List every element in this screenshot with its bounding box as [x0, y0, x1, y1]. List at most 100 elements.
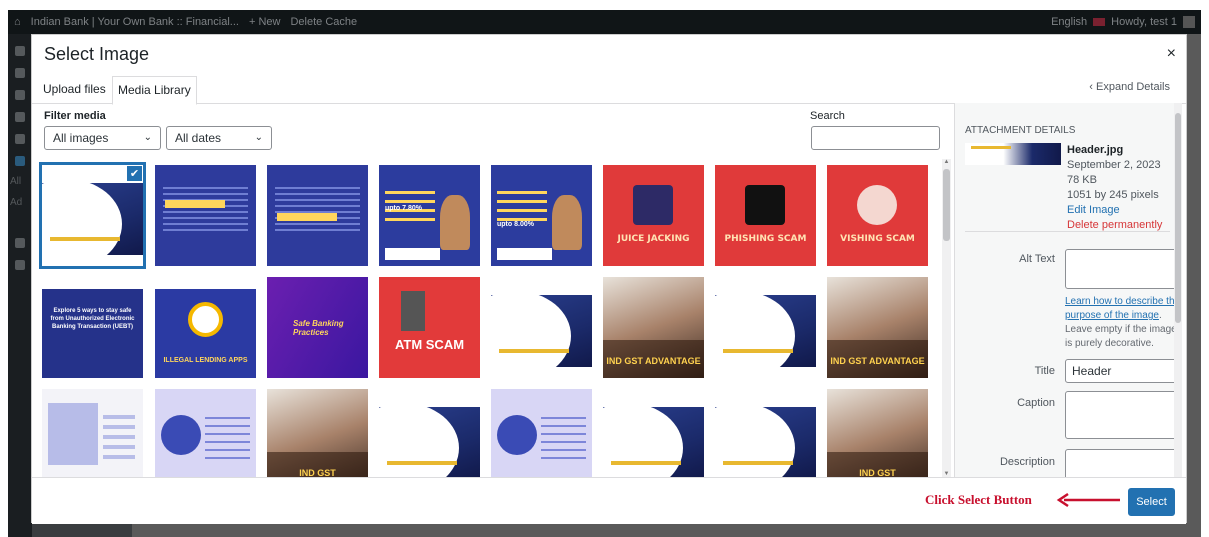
comments-icon[interactable]	[15, 90, 25, 100]
media-item[interactable]	[155, 165, 256, 266]
media-item-vishing-scam[interactable]: VISHING SCAM	[827, 165, 928, 266]
media-item[interactable]	[715, 389, 816, 477]
thumb-caption: IND GST ADVANTAGE	[830, 356, 925, 366]
chevron-down-icon: ⌄	[143, 132, 152, 143]
alt-text-label: Alt Text	[1019, 253, 1055, 265]
plugin-icon[interactable]	[15, 68, 25, 78]
title-field[interactable]: Header	[1065, 359, 1182, 383]
divider	[965, 231, 1170, 232]
uk-flag-icon	[1093, 18, 1106, 26]
pin-icon[interactable]	[15, 156, 25, 166]
search-input[interactable]	[811, 126, 940, 150]
admin-bar: ⌂ Indian Bank | Your Own Bank :: Financi…	[8, 10, 1201, 34]
delete-cache-link[interactable]: Delete Cache	[290, 16, 357, 28]
pin-icon[interactable]	[15, 112, 25, 122]
scroll-up-icon[interactable]: ▲	[942, 159, 951, 165]
thumb-caption: VISHING SCAM	[840, 234, 915, 244]
alt-text-field[interactable]	[1065, 249, 1182, 289]
media-item[interactable]	[491, 277, 592, 378]
scrollbar-thumb[interactable]	[943, 169, 950, 241]
alt-text-help-link[interactable]: Learn how to describe the purpose of the…	[1065, 296, 1180, 321]
select-button[interactable]: Select	[1128, 488, 1175, 516]
tab-media-library[interactable]: Media Library	[112, 76, 197, 105]
modal-footer: Click Select Button Select	[32, 477, 1186, 524]
caption-field[interactable]	[1065, 391, 1182, 439]
attachment-details-panel: ATTACHMENT DETAILS Header.jpg September …	[954, 103, 1182, 477]
wordpress-home-icon[interactable]: ⌂	[14, 16, 21, 28]
avatar[interactable]	[1183, 16, 1195, 28]
media-item[interactable]	[379, 389, 480, 477]
thumb-caption: IND GST	[859, 468, 896, 477]
thumb-caption: Safe Banking Practices	[293, 319, 344, 337]
caption-label: Caption	[1017, 397, 1055, 409]
sidebar-scrollbar[interactable]	[1174, 103, 1182, 477]
cart-icon	[188, 302, 223, 337]
media-item[interactable]: Explore 5 ways to stay safe from Unautho…	[42, 277, 143, 378]
dashboard-icon[interactable]	[15, 46, 25, 56]
grid-scrollbar[interactable]: ▲ ▼	[942, 159, 951, 477]
howdy-link[interactable]: Howdy, test 1	[1111, 16, 1177, 28]
description-label: Description	[999, 456, 1055, 468]
site-name-link[interactable]: Indian Bank | Your Own Bank :: Financial…	[31, 16, 239, 28]
media-item[interactable]	[155, 389, 256, 477]
media-item-safe-banking[interactable]: Safe Banking Practices	[267, 277, 368, 378]
attachment-thumbnail	[965, 143, 1061, 165]
media-item[interactable]	[603, 389, 704, 477]
media-item-gst[interactable]: IND GST	[827, 389, 928, 477]
thumb-caption: ATM SCAM	[394, 337, 465, 352]
edit-image-link[interactable]: Edit Image	[1067, 203, 1162, 218]
media-item-header[interactable]: ✔	[39, 162, 146, 269]
media-item[interactable]: upto 8.00%	[491, 165, 592, 266]
media-item[interactable]	[267, 165, 368, 266]
menu-text[interactable]: Ad	[8, 197, 32, 208]
media-type-select[interactable]: All images ⌄	[44, 126, 161, 150]
pin-icon[interactable]	[15, 134, 25, 144]
annotation-text: Click Select Button	[925, 492, 1032, 507]
description-field[interactable]	[1065, 449, 1182, 477]
media-item-gst[interactable]: IND GST	[267, 389, 368, 477]
annotation-arrow-icon	[1056, 492, 1120, 508]
search-label: Search	[810, 110, 845, 122]
media-item[interactable]	[715, 277, 816, 378]
attachment-details-heading: ATTACHMENT DETAILS	[965, 125, 1076, 136]
filter-media-label: Filter media	[44, 110, 106, 122]
media-grid: ✔ upto 7.80% upto 8.00% JUICE JACKING PH…	[38, 159, 941, 477]
media-item[interactable]	[42, 389, 143, 477]
attachment-date: September 2, 2023	[1067, 159, 1161, 171]
media-item-juice-jacking[interactable]: JUICE JACKING	[603, 165, 704, 266]
media-modal: Select Image × Upload files Media Librar…	[31, 34, 1187, 524]
expand-details-link[interactable]: ‹ Expand Details	[1089, 81, 1170, 93]
rate-text: upto 7.80%	[385, 205, 422, 212]
scrollbar-thumb[interactable]	[1175, 113, 1181, 323]
modal-tabs: Upload files Media Library	[32, 76, 1186, 105]
media-item-gst[interactable]: IND GST ADVANTAGE	[827, 277, 928, 378]
media-item[interactable]	[491, 389, 592, 477]
thumb-caption: ILLEGAL LENDING APPS	[163, 357, 248, 364]
tab-upload-files[interactable]: Upload files	[38, 76, 111, 104]
media-item-illegal-lending[interactable]: ILLEGAL LENDING APPS	[155, 277, 256, 378]
rate-text: upto 8.00%	[497, 221, 534, 228]
close-icon[interactable]: ×	[1167, 45, 1176, 63]
media-type-value: All images	[53, 131, 109, 145]
chevron-down-icon: ⌄	[254, 132, 263, 143]
language-label[interactable]: English	[1051, 16, 1087, 28]
thumb-caption: IND GST ADVANTAGE	[606, 356, 701, 366]
attachment-filename: Header.jpg	[1067, 144, 1124, 156]
menu-text[interactable]: All	[8, 176, 32, 187]
media-item-phishing-scam[interactable]: PHISHING SCAM	[715, 165, 816, 266]
alt-text-help: Learn how to describe the purpose of the…	[1065, 295, 1181, 351]
settings-icon[interactable]	[15, 260, 25, 270]
thumb-caption: Explore 5 ways to stay safe from Unautho…	[50, 308, 135, 330]
admin-menu: All Ad	[8, 34, 32, 537]
thumb-caption: IND GST	[299, 468, 336, 477]
media-date-select[interactable]: All dates ⌄	[166, 126, 272, 150]
title-label: Title	[1034, 365, 1055, 377]
media-item-atm-scam[interactable]: ATM SCAM	[379, 277, 480, 378]
users-icon[interactable]	[15, 238, 25, 248]
thumb-caption: PHISHING SCAM	[724, 234, 807, 244]
media-item-gst[interactable]: IND GST ADVANTAGE	[603, 277, 704, 378]
new-link[interactable]: + New	[249, 16, 281, 28]
attachment-size: 78 KB	[1067, 174, 1097, 186]
checkmark-icon[interactable]: ✔	[126, 165, 143, 182]
media-item[interactable]: upto 7.80%	[379, 165, 480, 266]
